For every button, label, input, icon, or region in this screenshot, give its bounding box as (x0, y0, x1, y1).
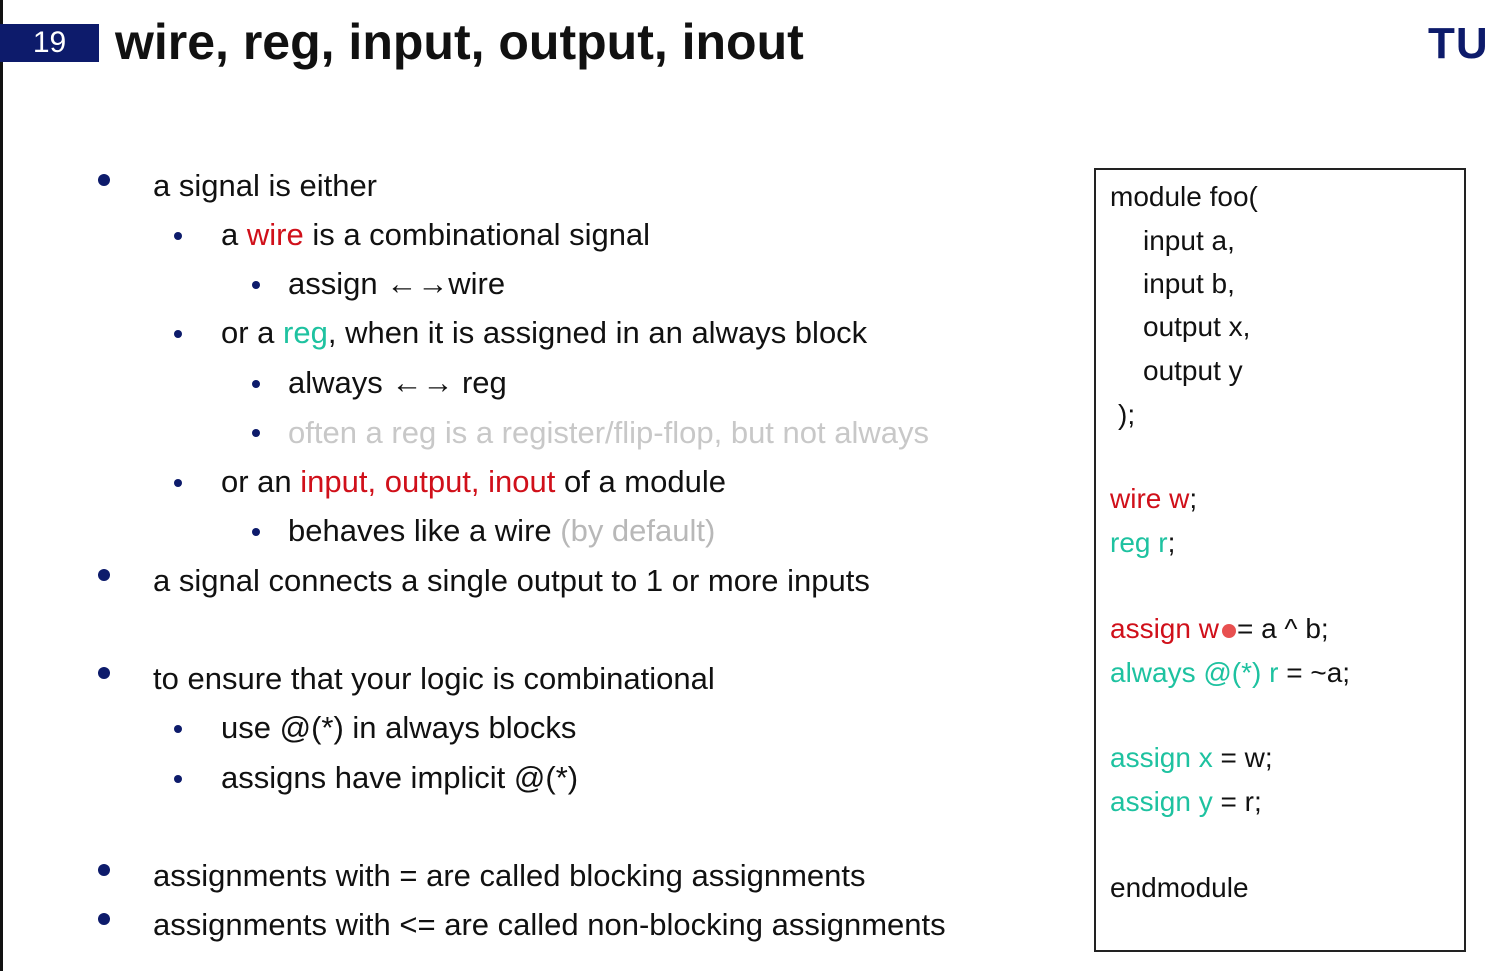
bullet-reg-always: or a reg, when it is assigned in an alwa… (221, 315, 868, 350)
code-assign-y: assign y = r; (1110, 786, 1262, 817)
bullet-blocking-assignments: assignments with = are called blocking a… (153, 858, 866, 893)
code-port-b: input b, (1143, 268, 1235, 299)
bullet-assign-wire: assign ←→wire (288, 266, 506, 301)
cursor-pointer-icon (1221, 623, 1236, 638)
bullet-dot (252, 528, 260, 536)
bullet-dot (98, 174, 110, 186)
code-always: always @(*) r = ~a; (1110, 657, 1351, 688)
bullet-behaves-like-wire: behaves like a wire (by default) (288, 513, 716, 548)
bullet-signal-connects: a signal connects a single output to 1 o… (153, 563, 870, 598)
bullet-dot (174, 330, 182, 338)
code-assign-x: assign x = w; (1110, 742, 1273, 773)
code-port-a: input a, (1143, 225, 1235, 256)
code-endmodule: endmodule (1110, 872, 1249, 903)
double-arrow-icon: ←→ (391, 365, 454, 400)
code-port-x: output x, (1143, 311, 1251, 342)
bullet-nonblocking-assignments: assignments with <= are called non-block… (153, 907, 946, 942)
bullet-dot (98, 864, 110, 876)
keyword-reg: reg (283, 315, 328, 350)
code-module-open: module foo( (1110, 181, 1258, 212)
slide-title: wire, reg, input, output, inout (115, 14, 804, 70)
bullet-often-register: often a reg is a register/flip-flop, but… (288, 415, 929, 450)
bullet-dot (174, 725, 182, 733)
bullet-dot (174, 775, 182, 783)
code-wire-decl: wire w; (1110, 483, 1198, 514)
code-example-box: module foo( input a, input b, output x, … (1094, 168, 1466, 952)
bullet-dot (98, 569, 110, 581)
bullet-always-reg: always ←→ reg (288, 365, 507, 400)
code-assign-w: assign w = a ^ b; (1110, 613, 1329, 644)
left-border-line (0, 0, 3, 971)
slide-number: 19 (0, 24, 99, 62)
tu-logo: TU (1428, 19, 1486, 68)
bullet-dot (252, 380, 260, 388)
bullet-dot (252, 281, 260, 289)
bullet-signal-either: a signal is either (153, 168, 378, 203)
code-port-y: output y (1143, 355, 1243, 386)
bullet-dot (98, 913, 110, 925)
bullet-dot (252, 429, 260, 437)
keyword-ports: input, output, inout (300, 464, 556, 499)
double-arrow-icon: ←→ (386, 266, 449, 301)
bullet-use-at-star: use @(*) in always blocks (221, 710, 577, 745)
default-note: (by default) (560, 513, 716, 548)
code-close-paren: ); (1118, 399, 1136, 430)
keyword-wire: wire (246, 217, 304, 252)
bullet-input-output-inout: or an input, output, inout of a module (221, 464, 726, 499)
bullet-dot (174, 232, 182, 240)
bullet-ensure-combinational: to ensure that your logic is combination… (153, 661, 715, 696)
code-reg-decl: reg r; (1110, 527, 1176, 558)
bullet-assigns-implicit: assigns have implicit @(*) (221, 760, 579, 795)
bullet-wire-combinational: a wire is a combinational signal (221, 217, 651, 252)
bullet-dot (98, 667, 110, 679)
bullet-dot (174, 479, 182, 487)
